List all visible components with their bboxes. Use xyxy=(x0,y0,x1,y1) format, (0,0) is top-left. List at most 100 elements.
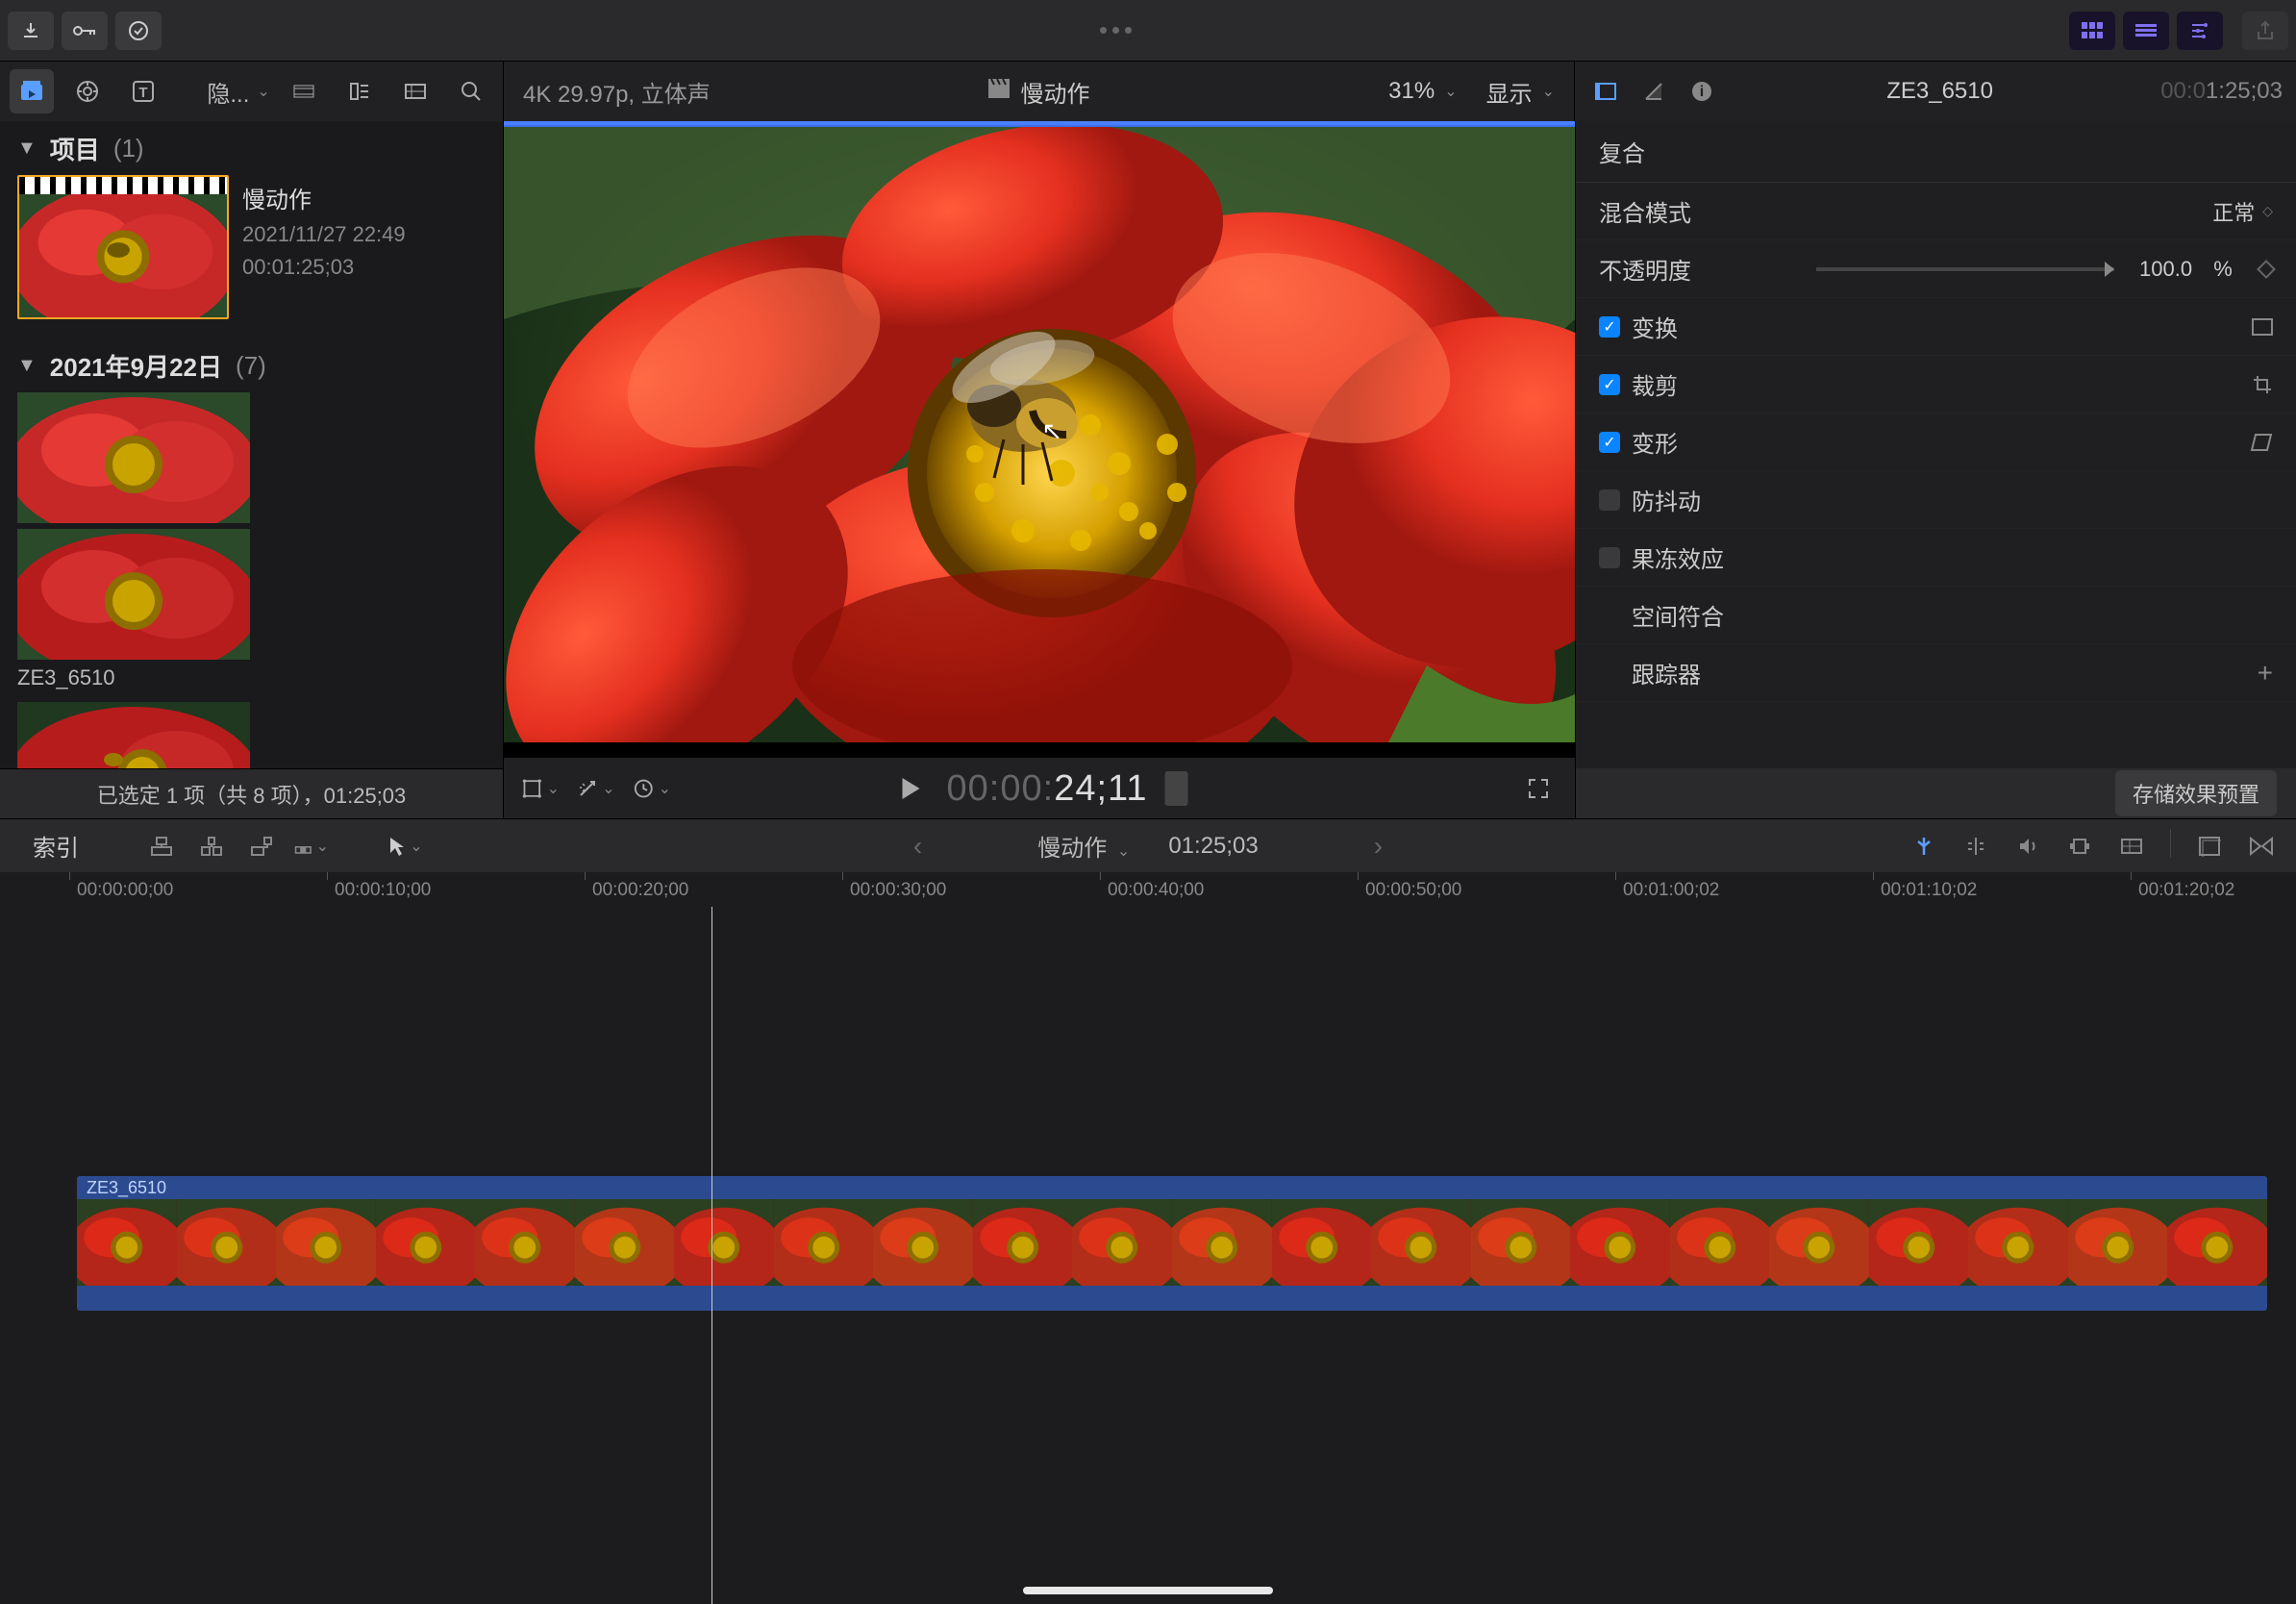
transform-tool-dropdown[interactable]: ⌄ xyxy=(521,769,560,808)
blend-mode-value[interactable]: 正常◇ xyxy=(2212,196,2273,227)
blend-mode-row[interactable]: 混合模式 正常◇ xyxy=(1576,183,2296,240)
search-icon[interactable] xyxy=(449,69,493,113)
info-inspector-tab[interactable]: i xyxy=(1685,74,1719,109)
project-item[interactable]: 慢动作 2021/11/27 22:49 00:01:25;03 xyxy=(17,175,486,319)
clip-frame xyxy=(1670,1199,1770,1286)
stabilize-checkbox[interactable] xyxy=(1599,489,1620,511)
project-thumbnail[interactable] xyxy=(17,175,229,319)
svg-text:i: i xyxy=(1700,84,1704,100)
share-button[interactable] xyxy=(2242,12,2288,50)
crop-checkbox[interactable]: ✓ xyxy=(1599,374,1620,395)
ruler-mark: 00:00:10;00 xyxy=(335,880,431,901)
clip-frame xyxy=(1371,1199,1471,1286)
spatial-label: 空间符合 xyxy=(1632,598,1824,632)
distort-row[interactable]: ✓ 变形 xyxy=(1576,414,2296,471)
home-indicator xyxy=(1023,1587,1273,1594)
distort-checkbox[interactable]: ✓ xyxy=(1599,432,1620,453)
clip-frame xyxy=(575,1199,675,1286)
timeline-ruler[interactable]: 00:00:00;0000:00:10;0000:00:20;0000:00:3… xyxy=(0,872,2296,907)
select-tool-dropdown[interactable]: ⌄ xyxy=(388,829,423,864)
opacity-value[interactable]: 100.0 xyxy=(2139,257,2192,282)
zoom-dropdown[interactable]: 31%⌄ xyxy=(1388,75,1457,109)
color-inspector-tab[interactable] xyxy=(1636,74,1671,109)
photos-tab[interactable] xyxy=(65,69,110,113)
event-section-header[interactable]: ▼ 2021年9月22日 (7) xyxy=(17,338,486,392)
solo-icon[interactable] xyxy=(2062,829,2097,864)
overwrite-clip-icon[interactable]: ⌄ xyxy=(294,829,329,864)
inspector-view-button[interactable] xyxy=(2177,12,2223,50)
keyword-button[interactable] xyxy=(62,12,108,50)
timeline-view-button[interactable] xyxy=(2123,12,2169,50)
timeline-area[interactable]: ZE3_6510 xyxy=(0,907,2296,1604)
timeline-clip-filmstrip[interactable] xyxy=(77,1199,2267,1286)
video-inspector-tab[interactable] xyxy=(1588,74,1623,109)
filmstrip-icon[interactable] xyxy=(282,69,326,113)
clip-frame xyxy=(2167,1199,2267,1286)
transform-row[interactable]: ✓ 变换 xyxy=(1576,298,2296,356)
append-clip-icon[interactable] xyxy=(244,829,279,864)
distort-icon[interactable] xyxy=(2250,433,2273,452)
viewer-canvas[interactable]: ↖ xyxy=(504,127,1575,757)
clip-thumbnail[interactable] xyxy=(17,529,250,660)
clip-frame xyxy=(376,1199,476,1286)
playhead[interactable] xyxy=(711,907,712,1604)
projects-section-header[interactable]: ▼ 项目 (1) xyxy=(0,121,503,175)
timeline-back-arrow[interactable]: ‹ xyxy=(836,831,999,862)
disclosure-triangle-icon: ▼ xyxy=(17,355,37,377)
ruler-mark: 00:01:10;02 xyxy=(1881,880,1977,901)
event-label: 2021年9月22日 xyxy=(50,348,222,384)
timeline-project-dropdown[interactable]: 慢动作 ⌄ xyxy=(1037,829,1130,863)
transform-checkbox[interactable]: ✓ xyxy=(1599,316,1620,338)
save-effect-preset-button[interactable]: 存储效果预置 xyxy=(2115,770,2277,816)
clip-thumbnail[interactable] xyxy=(17,392,250,523)
crop-icon[interactable] xyxy=(2252,374,2273,395)
tracker-row[interactable]: 跟踪器 + xyxy=(1576,644,2296,702)
window-handle-icon[interactable] xyxy=(1100,27,1132,34)
crop-row[interactable]: ✓ 裁剪 xyxy=(1576,356,2296,414)
opacity-row[interactable]: 不透明度 100.0 % xyxy=(1576,240,2296,298)
snapping-icon[interactable] xyxy=(1907,829,1941,864)
loop-indicator[interactable] xyxy=(1164,771,1187,806)
enhance-dropdown[interactable]: ⌄ xyxy=(577,769,615,808)
keyframe-icon[interactable] xyxy=(2257,260,2276,279)
effects-browser-icon[interactable] xyxy=(2192,829,2227,864)
retime-dropdown[interactable]: ⌄ xyxy=(633,769,671,808)
clip-appearance-icon[interactable] xyxy=(393,69,437,113)
stabilize-row[interactable]: 防抖动 xyxy=(1576,471,2296,529)
import-button[interactable] xyxy=(8,12,54,50)
project-duration: 00:01:25;03 xyxy=(242,255,406,280)
insert-clip-icon[interactable] xyxy=(194,829,229,864)
ruler-mark: 00:00:20;00 xyxy=(592,880,688,901)
rolling-label: 果冻效应 xyxy=(1632,540,1824,574)
timeline-forward-arrow[interactable]: › xyxy=(1297,831,1460,862)
fullscreen-button[interactable] xyxy=(1519,769,1558,808)
titles-tab[interactable]: T xyxy=(121,69,165,113)
transitions-browser-icon[interactable] xyxy=(2244,829,2279,864)
spatial-conform-row[interactable]: 空间符合 xyxy=(1576,587,2296,644)
clip-thumbnail[interactable] xyxy=(17,702,250,768)
play-button[interactable] xyxy=(891,769,930,808)
index-button[interactable]: 索引 xyxy=(17,829,94,863)
opacity-slider[interactable] xyxy=(1816,267,2114,271)
timeline-clip-audio[interactable] xyxy=(77,1286,2267,1311)
clip-appearance-icon[interactable] xyxy=(2114,829,2149,864)
audio-skimming-icon[interactable] xyxy=(2010,829,2045,864)
rolling-checkbox[interactable] xyxy=(1599,547,1620,568)
timeline-duration: 01:25;03 xyxy=(1168,833,1258,860)
skimming-icon[interactable] xyxy=(1959,829,1993,864)
viewer-timecode[interactable]: 00:00:24;11 xyxy=(947,766,1148,810)
primary-storyline[interactable]: ZE3_6510 xyxy=(77,1176,2267,1311)
library-tab[interactable] xyxy=(10,69,54,113)
list-view-icon[interactable] xyxy=(337,69,382,113)
hide-dropdown[interactable]: 隐...⌄ xyxy=(207,75,269,109)
background-tasks-button[interactable] xyxy=(115,12,162,50)
connect-clip-icon[interactable] xyxy=(144,829,179,864)
browser-view-button[interactable] xyxy=(2069,12,2115,50)
rolling-shutter-row[interactable]: 果冻效应 xyxy=(1576,529,2296,587)
transform-reset-icon[interactable] xyxy=(2252,318,2273,336)
add-tracker-button[interactable]: + xyxy=(2258,658,2273,689)
view-dropdown[interactable]: 显示⌄ xyxy=(1486,75,1555,109)
stabilize-label: 防抖动 xyxy=(1632,483,1824,516)
composite-section[interactable]: 复合 xyxy=(1576,121,2296,183)
clapperboard-icon xyxy=(988,78,1010,105)
